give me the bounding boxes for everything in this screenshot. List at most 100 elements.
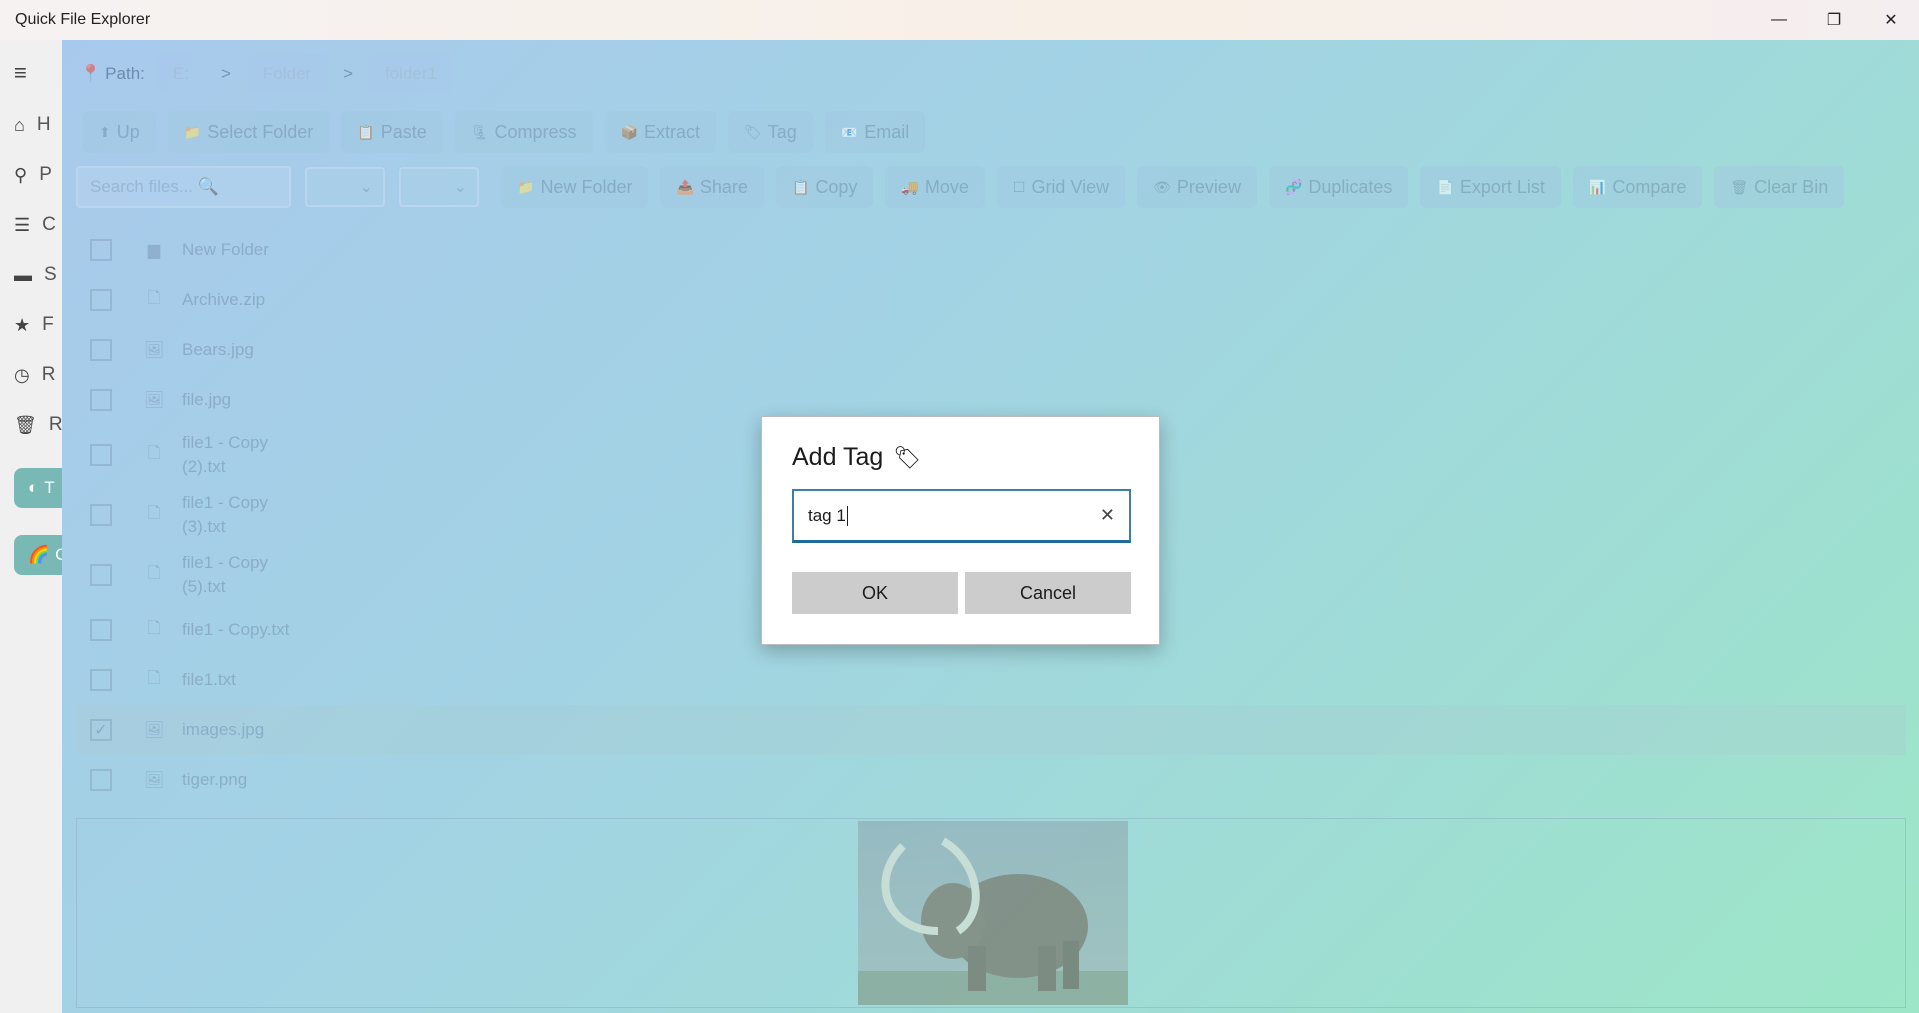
- file-checkbox[interactable]: [90, 619, 112, 641]
- nav-pill-0[interactable]: ◐ T: [14, 468, 62, 508]
- nav-item-5[interactable]: ◷ R: [14, 360, 55, 390]
- hamburger-menu-button[interactable]: ≡: [14, 58, 54, 88]
- file-icon: 🗋: [147, 669, 161, 687]
- nav-pill-label: T: [44, 478, 55, 497]
- search-input[interactable]: Search files... 🔍: [76, 166, 291, 208]
- select-folder-button[interactable]: 📁 Select Folder: [167, 111, 330, 153]
- folder-icon: ▬: [14, 264, 32, 285]
- preview-icon: 👁: [1153, 178, 1171, 195]
- preview-image: [858, 821, 1128, 1005]
- file-checkbox[interactable]: [90, 504, 112, 526]
- file-checkbox[interactable]: ✓: [90, 719, 112, 741]
- image-preview-panel: [76, 818, 1906, 1008]
- duplicates-button[interactable]: 🧬 Duplicates: [1268, 166, 1409, 208]
- clear-bin-icon: 🗑: [1730, 178, 1749, 195]
- nav-item-2[interactable]: ☰ C: [14, 210, 56, 240]
- nav-item-6[interactable]: 🗑 R: [14, 410, 63, 440]
- file-checkbox[interactable]: [90, 769, 112, 791]
- file-name-line2: (3).txt: [182, 517, 226, 536]
- file-name-line2: (5).txt: [182, 577, 226, 596]
- paste-button[interactable]: 📋 Paste: [341, 111, 443, 153]
- add-tag-dialog: Add Tag 🏷 tag 1 ✕ OK Cancel: [761, 416, 1160, 645]
- nav-pill-1[interactable]: 🌈C: [14, 535, 67, 575]
- hamburger-icon: ≡: [14, 60, 27, 85]
- tag-button[interactable]: 🏷 Tag: [727, 111, 813, 153]
- button-label: Preview: [1176, 176, 1241, 197]
- clear-bin-button[interactable]: 🗑 Clear Bin: [1714, 166, 1845, 208]
- clock-icon: ◷: [14, 364, 30, 385]
- file-row[interactable]: 🖼 Bears.jpg: [76, 325, 1906, 375]
- preview-button[interactable]: 👁 Preview: [1137, 166, 1257, 208]
- breadcrumb-segment-folder1[interactable]: folder1: [369, 54, 453, 94]
- tag-input[interactable]: tag 1 ✕: [792, 489, 1131, 543]
- file-checkbox[interactable]: [90, 239, 112, 261]
- breadcrumb-segment-folder[interactable]: Folder: [246, 54, 328, 94]
- nav-item-label: H: [36, 114, 51, 135]
- up-button[interactable]: ⬆ Up: [83, 111, 156, 153]
- grid-view-button[interactable]: ☐ Grid View: [996, 166, 1126, 208]
- nav-item-1[interactable]: ⚲ P: [14, 160, 54, 190]
- export-list-button[interactable]: 📄 Export List: [1420, 166, 1561, 208]
- file-name: file1 - Copy.txt: [182, 620, 290, 639]
- nav-item-label: P: [39, 164, 52, 185]
- button-label: Tag: [767, 121, 797, 142]
- file-checkbox[interactable]: [90, 389, 112, 411]
- file-icon: 🗋: [147, 504, 161, 522]
- theme-icon: ◐: [28, 478, 39, 497]
- title-bar: Quick File Explorer — ❐ ✕: [0, 0, 1919, 40]
- copy-button[interactable]: 📋 Copy: [775, 166, 874, 208]
- email-icon: 📧: [840, 123, 859, 140]
- image-icon: 🖼: [143, 772, 165, 789]
- sort-dropdown[interactable]: ⌄: [305, 167, 385, 207]
- file-row[interactable]: 🖼 tiger.png: [76, 755, 1906, 805]
- folder-icon: ▆: [147, 242, 161, 259]
- button-label: Grid View: [1031, 176, 1110, 197]
- cancel-button[interactable]: Cancel: [965, 572, 1131, 614]
- file-name: file1 - Copy (2).txt: [182, 431, 268, 479]
- button-label: Compare: [1612, 176, 1687, 197]
- tag-input-value: tag 1: [808, 505, 846, 525]
- move-button[interactable]: 🚚 Move: [885, 166, 985, 208]
- nav-item-4[interactable]: ★ F: [14, 310, 54, 340]
- file-checkbox[interactable]: [90, 669, 112, 691]
- minimize-button[interactable]: —: [1751, 0, 1807, 40]
- new-folder-button[interactable]: 📁 New Folder: [501, 166, 649, 208]
- file-row[interactable]: ▆ New Folder: [76, 225, 1906, 275]
- file-checkbox[interactable]: [90, 444, 112, 466]
- list-icon: ☰: [14, 214, 31, 235]
- compress-icon: 🗜: [470, 123, 489, 140]
- extract-icon: 📦: [620, 123, 638, 140]
- filter-dropdown[interactable]: ⌄: [399, 167, 479, 207]
- file-name: file1.txt: [182, 670, 236, 689]
- breadcrumb-segment-drive[interactable]: E:: [156, 54, 205, 94]
- export-list-icon: 📄: [1436, 178, 1454, 195]
- file-row[interactable]: ✓ 🖼 images.jpg: [76, 705, 1906, 755]
- button-label: Share: [699, 176, 748, 197]
- maximize-icon: ❐: [1826, 12, 1842, 29]
- chevron-down-icon: ⌄: [453, 179, 467, 196]
- file-checkbox[interactable]: [90, 339, 112, 361]
- path-label: Path:: [105, 64, 145, 83]
- tag-icon: 🏷: [743, 123, 762, 140]
- file-checkbox[interactable]: [90, 289, 112, 311]
- maximize-button[interactable]: ❐: [1806, 0, 1862, 40]
- trash-icon: 🗑: [14, 414, 37, 435]
- clear-text-button[interactable]: ✕: [1100, 505, 1115, 526]
- extract-button[interactable]: 📦 Extract: [604, 111, 716, 153]
- file-icon: 🗋: [147, 564, 161, 582]
- file-row[interactable]: 🗋 Archive.zip: [76, 275, 1906, 325]
- nav-item-3[interactable]: ▬ S: [14, 260, 57, 290]
- nav-item-0[interactable]: ⌂ H: [14, 110, 54, 140]
- file-name: images.jpg: [182, 720, 265, 739]
- email-button[interactable]: 📧 Email: [824, 111, 926, 153]
- file-row[interactable]: 🗋 file1.txt: [76, 655, 1906, 705]
- button-label: Up: [116, 121, 140, 142]
- ok-button[interactable]: OK: [792, 572, 958, 614]
- compare-button[interactable]: 📊 Compare: [1572, 166, 1703, 208]
- file-checkbox[interactable]: [90, 564, 112, 586]
- close-button[interactable]: ✕: [1863, 0, 1919, 40]
- compress-button[interactable]: 🗜 Compress: [454, 111, 593, 153]
- file-name-line1: file1 - Copy: [182, 493, 268, 512]
- minimize-icon: —: [1771, 11, 1787, 28]
- share-button[interactable]: 📤 Share: [660, 166, 764, 208]
